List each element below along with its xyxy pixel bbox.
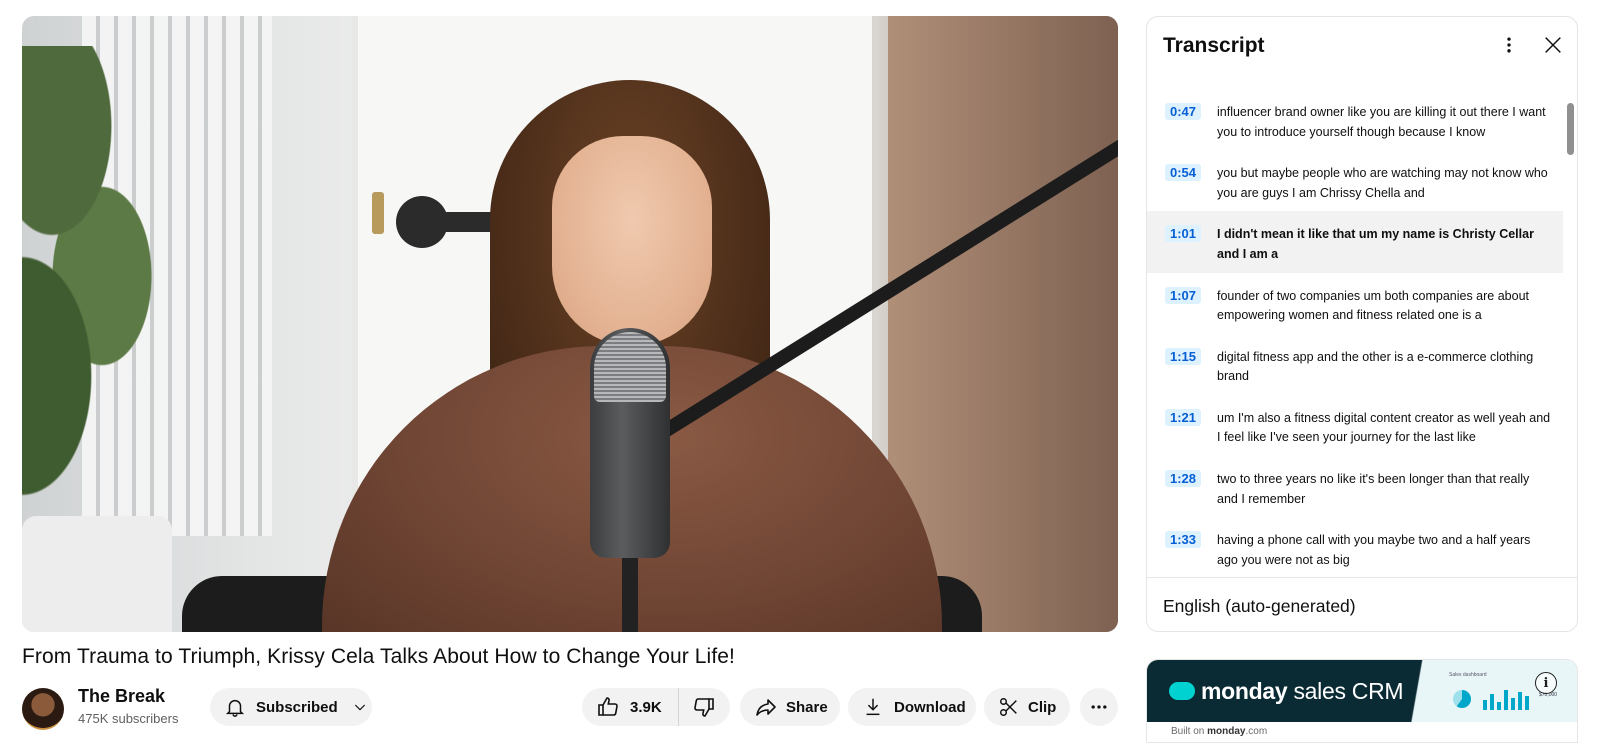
download-icon: [862, 696, 884, 718]
subscriber-count: 475K subscribers: [78, 711, 179, 726]
thumbs-up-icon: [596, 695, 620, 719]
video-frame-mic-stand: [622, 556, 638, 632]
video-title: From Trauma to Triumph, Krissy Cela Talk…: [22, 645, 735, 668]
segment-text: digital fitness app and the other is a e…: [1217, 349, 1534, 384]
transcript-segment[interactable]: 1:33 having a phone call with you maybe t…: [1147, 517, 1563, 578]
segment-text: um I'm also a fitness digital content cr…: [1217, 410, 1551, 445]
video-player[interactable]: [22, 16, 1118, 632]
segment-text: founder of two companies um both compani…: [1217, 288, 1529, 323]
segment-text: I didn't mean it like that um my name is…: [1217, 227, 1534, 261]
monday-logo-icon: [1169, 682, 1195, 700]
transcript-menu-button[interactable]: [1497, 35, 1521, 59]
video-frame-speaker-face: [552, 136, 712, 346]
ad-dashboard-title: Sales dashboard: [1449, 672, 1487, 678]
transcript-segment[interactable]: 1:15 digital fitness app and the other is…: [1147, 334, 1563, 395]
download-label: Download: [894, 698, 966, 716]
ad-built-on-text: Built on monday.com: [1171, 726, 1268, 737]
ad-logo-text: monday sales CRM: [1201, 678, 1404, 704]
video-frame-pot: [22, 516, 172, 632]
close-icon: [1542, 34, 1564, 61]
like-dislike-group: 3.9K: [582, 688, 730, 726]
transcript-title: Transcript: [1163, 34, 1265, 57]
segment-timestamp[interactable]: 0:47: [1165, 103, 1202, 120]
segment-timestamp[interactable]: 1:21: [1165, 408, 1202, 426]
more-horizontal-icon: [1089, 697, 1109, 717]
share-label: Share: [786, 698, 828, 716]
transcript-segment-list[interactable]: 0:47 influencer brand owner like you are …: [1147, 89, 1563, 585]
clip-button[interactable]: Clip: [984, 688, 1070, 726]
bell-icon: [224, 696, 246, 718]
more-actions-button[interactable]: [1080, 688, 1118, 726]
scissors-icon: [998, 696, 1020, 718]
transcript-scrollbar[interactable]: [1567, 103, 1574, 155]
video-frame-hinge: [372, 192, 384, 234]
like-count: 3.9K: [630, 698, 662, 716]
video-frame-mic-grille: [594, 332, 666, 402]
segment-text: two to three years no like it's been lon…: [1217, 472, 1530, 506]
segment-timestamp[interactable]: 1:33: [1165, 531, 1202, 549]
clip-label: Clip: [1028, 698, 1057, 716]
transcript-footer: English (auto-generated): [1147, 577, 1577, 631]
transcript-segment[interactable]: 0:54 you but maybe people who are watchin…: [1147, 150, 1563, 211]
segment-text: having a phone call with you maybe two a…: [1217, 533, 1531, 567]
transcript-segment[interactable]: 1:21 um I'm also a fitness digital conten…: [1147, 395, 1563, 456]
segment-timestamp[interactable]: 1:15: [1165, 347, 1202, 365]
transcript-segment[interactable]: 1:28 two to three years no like it's been…: [1147, 456, 1563, 517]
ad-card[interactable]: monday sales CRM Sales dashboard $70,000…: [1146, 659, 1578, 743]
download-button[interactable]: Download: [848, 688, 976, 726]
segment-timestamp[interactable]: 1:01: [1165, 225, 1202, 243]
ad-dashboard-pie: [1453, 690, 1471, 708]
dislike-button[interactable]: [679, 688, 730, 726]
transcript-segment[interactable]: 1:01 I didn't mean it like that um my nam…: [1147, 211, 1563, 273]
transcript-close-button[interactable]: [1541, 35, 1565, 59]
channel-name[interactable]: The Break: [78, 686, 165, 707]
ad-info-icon[interactable]: i: [1535, 672, 1557, 694]
transcript-segment[interactable]: 0:47 influencer brand owner like you are …: [1147, 89, 1563, 150]
channel-avatar[interactable]: [22, 688, 64, 730]
transcript-segment[interactable]: 1:07 founder of two companies um both com…: [1147, 273, 1563, 334]
subscribed-label: Subscribed: [256, 698, 338, 716]
segment-timestamp[interactable]: 1:28: [1165, 470, 1202, 488]
more-vertical-icon: [1499, 35, 1519, 60]
segment-timestamp[interactable]: 1:07: [1165, 286, 1202, 304]
transcript-language-selector[interactable]: English (auto-generated): [1163, 596, 1356, 617]
ad-banner[interactable]: monday sales CRM Sales dashboard $70,000…: [1147, 660, 1577, 722]
segment-text: you but maybe people who are watching ma…: [1217, 166, 1548, 200]
like-button[interactable]: 3.9K: [582, 688, 679, 726]
share-button[interactable]: Share: [740, 688, 840, 726]
subscribed-button[interactable]: Subscribed: [210, 688, 372, 726]
video-frame-plant: [22, 46, 182, 506]
transcript-panel: Transcript 0:47 influencer brand owner li…: [1146, 16, 1578, 632]
chevron-down-icon: [352, 699, 368, 715]
share-icon: [754, 695, 778, 719]
thumbs-down-icon: [692, 695, 716, 719]
segment-timestamp[interactable]: 0:54: [1165, 164, 1202, 182]
ad-dashboard-bars: [1483, 688, 1529, 710]
segment-text: influencer brand owner like you are kill…: [1217, 105, 1546, 139]
